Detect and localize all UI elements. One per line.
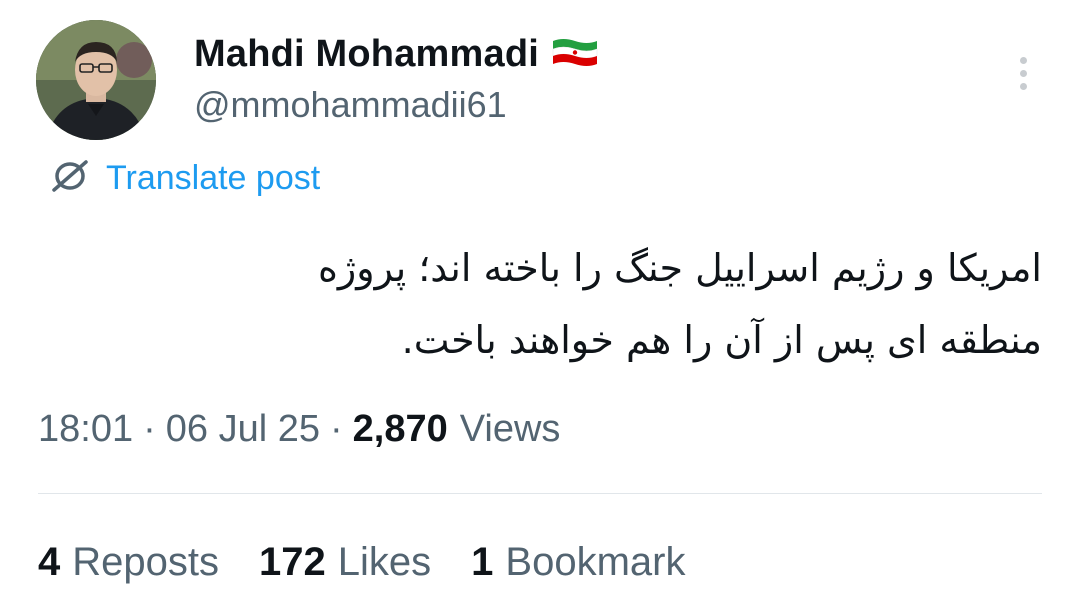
bookmarks-label: Bookmark bbox=[505, 540, 686, 584]
post-header: Mahdi Mohammadi @mmohammadii61 bbox=[36, 18, 1046, 143]
author-handle[interactable]: @mmohammadii61 bbox=[194, 84, 599, 126]
display-name[interactable]: Mahdi Mohammadi bbox=[194, 33, 539, 76]
avatar[interactable] bbox=[36, 20, 156, 140]
meta-separator: · bbox=[143, 408, 156, 450]
reposts-count: 4 bbox=[38, 540, 61, 584]
divider bbox=[38, 493, 1042, 494]
more-vertical-icon-dot bbox=[1019, 69, 1027, 77]
engagement-stats: 4 Reposts 172 Likes 1 Bookmark bbox=[38, 540, 725, 585]
likes-stat[interactable]: 172 Likes bbox=[259, 540, 431, 585]
reposts-stat[interactable]: 4 Reposts bbox=[38, 540, 219, 585]
more-options-button[interactable] bbox=[1008, 48, 1038, 98]
more-vertical-icon bbox=[1019, 56, 1027, 64]
more-vertical-icon-dot bbox=[1019, 82, 1027, 90]
bookmarks-stat[interactable]: 1 Bookmark bbox=[471, 540, 685, 585]
views-count: 2,870 bbox=[352, 408, 448, 450]
bookmarks-count: 1 bbox=[471, 540, 494, 584]
reposts-label: Reposts bbox=[72, 540, 219, 584]
views-label: Views bbox=[459, 408, 561, 450]
iran-flag-icon bbox=[551, 37, 599, 72]
translate-post-label: Translate post bbox=[106, 159, 321, 197]
meta-separator: · bbox=[329, 408, 343, 450]
translate-post-link[interactable]: Translate post bbox=[48, 158, 320, 199]
post-text-line: امریکا و رژیم اسراییل جنگ را باخته اند؛ … bbox=[318, 246, 1042, 290]
post-meta: 18:01 · 06 Jul 25 · 2,870 Views bbox=[38, 408, 560, 451]
post-date[interactable]: 06 Jul 25 bbox=[166, 408, 320, 451]
author-names: Mahdi Mohammadi @mmohammadii61 bbox=[194, 32, 599, 126]
post-text: امریکا و رژیم اسراییل جنگ را باخته اند؛ … bbox=[62, 232, 1042, 376]
globe-slash-icon bbox=[48, 158, 92, 199]
likes-count: 172 bbox=[259, 540, 326, 584]
display-name-row: Mahdi Mohammadi bbox=[194, 32, 599, 76]
likes-label: Likes bbox=[337, 540, 432, 584]
avatar-image bbox=[36, 20, 156, 140]
post-time[interactable]: 18:01 bbox=[38, 408, 133, 451]
post-text-line: منطقه ای پس از آن را هم خواهند باخت. bbox=[401, 318, 1042, 362]
